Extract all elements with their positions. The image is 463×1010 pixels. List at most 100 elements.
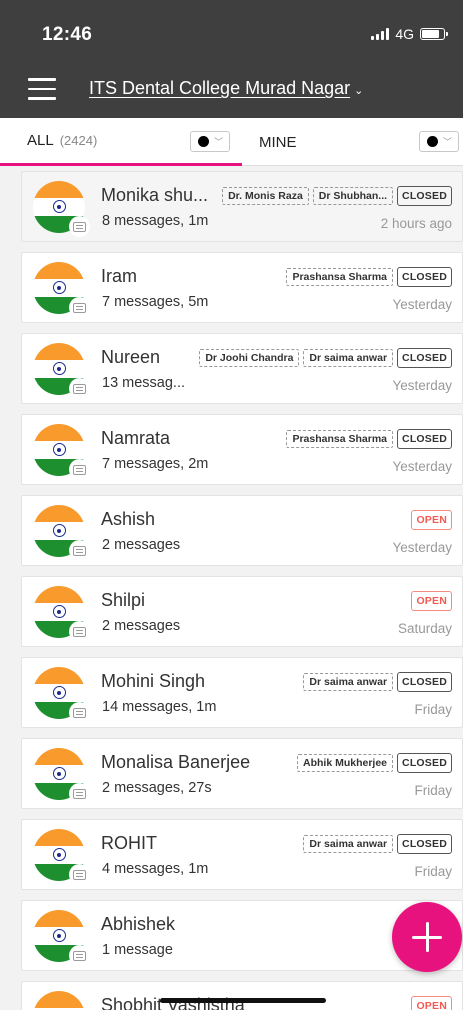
tag-group: Abhik Mukherjee CLOSED [297,753,452,773]
status-badge: CLOSED [397,186,452,206]
tag-group: Dr. Monis Raza Dr Shubhan... CLOSED [222,186,452,206]
mine-color-filter-select[interactable]: ﹀ [419,131,459,152]
tab-mine[interactable]: MINE ﹀ [242,118,463,166]
tag-group: OPEN [411,591,452,611]
assigned-agent-tag: Dr Joohi Chandra [199,349,300,367]
chevron-down-icon: ﹀ [443,137,453,147]
message-summary: 4 messages, 1m [102,861,209,877]
assigned-agent-tag: Dr saima anwar [303,835,394,853]
conversation-row[interactable]: Shobhit Vashistha OPEN [21,981,463,1010]
message-summary: 7 messages, 5m [102,294,209,310]
message-summary: 13 messag... [102,375,186,391]
tag-group: Prashansa Sharma CLOSED [286,429,452,449]
network-label: 4G [395,26,414,42]
message-summary: 2 messages [102,537,181,553]
app-bar: ITS Dental College Murad Nagar ⌄ [0,62,463,118]
contact-name: Mohini Singh [101,671,206,691]
last-activity-time: Yesterday [392,297,452,312]
last-activity-time: Friday [414,702,452,717]
contact-name: Namrata [101,428,171,448]
chevron-down-icon: ﹀ [214,137,224,147]
battery-icon [420,28,448,40]
tab-bar: ALL (2424) ﹀ MINE ﹀ [0,118,463,166]
status-bar: 12:46 4G [0,0,463,62]
tab-all[interactable]: ALL (2424) ﹀ [0,118,242,166]
conversation-row[interactable]: Iram 7 messages, 5m Prashansa Sharma CLOS… [21,252,463,323]
conversation-row[interactable]: Nureen 13 messag... Dr Joohi Chandra Dr s… [21,333,463,404]
tag-group: Dr Joohi Chandra Dr saima anwar CLOSED [199,348,452,368]
message-bubble-icon [69,459,90,480]
last-activity-time: Yesterday [392,540,452,555]
conversation-row[interactable]: Monalisa Banerjee 2 messages, 27s Abhik … [21,738,463,809]
status-badge: CLOSED [397,753,452,773]
last-activity-time: Friday [414,864,452,879]
conversation-row[interactable]: Monika shu... 8 messages, 1m Dr. Monis R… [21,171,463,242]
status-badge: CLOSED [397,267,452,287]
contact-name: Ashish [101,509,156,529]
assigned-agent-tag: Prashansa Sharma [286,268,394,286]
conversation-row[interactable]: Ashish 2 messages OPEN Yesterday [21,495,463,566]
message-bubble-icon [69,702,90,723]
assigned-agent-tag: Dr saima anwar [303,673,394,691]
home-indicator [160,998,326,1003]
assigned-agent-tag: Abhik Mukherjee [297,754,394,772]
tag-group: Dr saima anwar CLOSED [303,834,452,854]
contact-name: Iram [101,266,137,286]
add-conversation-button[interactable] [392,902,462,972]
contact-name: Shilpi [101,590,146,610]
tag-group: Prashansa Sharma CLOSED [286,267,452,287]
assigned-agent-tag: Dr saima anwar [303,349,394,367]
conversation-row[interactable]: Shilpi 2 messages OPEN Saturday [21,576,463,647]
last-activity-time: 2 hours ago [380,216,452,231]
plus-icon-vertical [425,922,429,952]
message-summary: 2 messages, 27s [102,780,212,796]
status-badge: CLOSED [397,348,452,368]
tag-group: OPEN [411,996,452,1010]
conversation-list: Monika shu... 8 messages, 1m Dr. Monis R… [0,167,463,1010]
tag-group: Dr saima anwar CLOSED [303,672,452,692]
message-bubble-icon [69,783,90,804]
status-badge: OPEN [411,996,452,1010]
last-activity-time: Yesterday [392,459,452,474]
all-color-filter-select[interactable]: ﹀ [190,131,230,152]
message-bubble-icon [69,216,90,237]
last-activity-time: Saturday [397,621,452,636]
assigned-agent-tag: Dr. Monis Raza [222,187,309,205]
color-dot-icon [198,136,209,147]
conversation-row[interactable]: ROHIT 4 messages, 1m Dr saima anwar CLOSE… [21,819,463,890]
status-badge: OPEN [411,591,452,611]
message-bubble-icon [69,378,90,399]
last-activity-time: Yesterday [392,378,452,393]
message-summary: 8 messages, 1m [102,213,209,229]
tab-all-count: (2424) [59,133,98,148]
contact-name: ROHIT [101,833,157,853]
contact-name: Monika shu... [101,185,209,205]
tab-all-label: ALL [27,132,54,149]
status-badge: CLOSED [397,429,452,449]
message-bubble-icon [69,621,90,642]
message-summary: 14 messages, 1m [102,699,217,715]
contact-name: Monalisa Banerjee [101,752,251,772]
signal-icon [371,28,390,40]
status-badge: CLOSED [397,672,452,692]
workspace-selector[interactable]: ITS Dental College Murad Nagar ⌄ [89,78,363,99]
message-summary: 1 message [102,942,173,958]
message-bubble-icon [69,540,90,561]
contact-name: Abhishek [101,914,176,934]
conversation-row[interactable]: Mohini Singh 14 messages, 1m Dr saima an… [21,657,463,728]
workspace-title: ITS Dental College Murad Nagar [89,78,351,98]
color-dot-icon [427,136,438,147]
status-badge: OPEN [411,510,452,530]
tag-group: OPEN [411,510,452,530]
assigned-agent-tag: Dr Shubhan... [312,187,394,205]
message-bubble-icon [69,945,90,966]
status-indicators: 4G [371,26,448,42]
hamburger-menu-icon[interactable] [28,78,56,100]
conversation-row[interactable]: Namrata 7 messages, 2m Prashansa Sharma C… [21,414,463,485]
tab-mine-label: MINE [259,133,297,151]
chevron-down-icon: ⌄ [354,85,364,97]
india-flag-avatar [33,991,85,1010]
status-time: 12:46 [42,24,93,45]
message-bubble-icon [69,864,90,885]
contact-name: Nureen [101,347,161,367]
